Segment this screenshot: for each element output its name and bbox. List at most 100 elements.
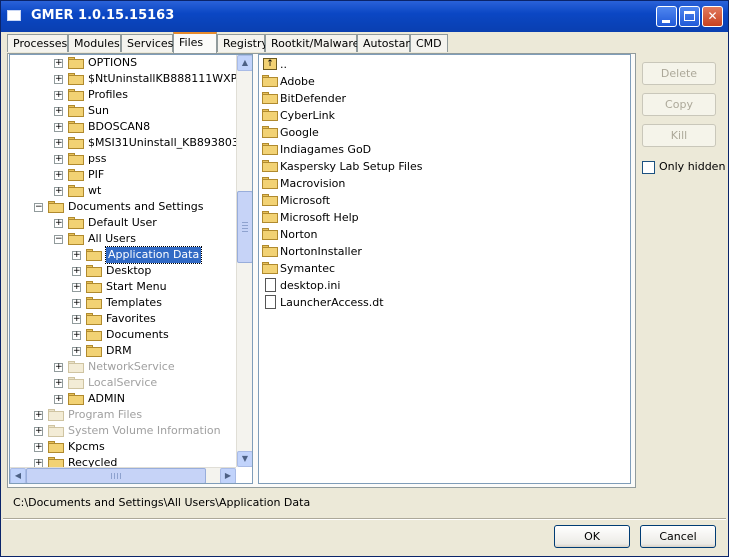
tree-node[interactable]: − All Users — [10, 231, 236, 247]
tree-vertical-scrollbar[interactable]: ▲ ▼ — [236, 55, 252, 467]
tree-node[interactable]: + BDOSCAN8 — [10, 119, 236, 135]
expand-icon[interactable]: + — [54, 379, 63, 388]
tree-node[interactable]: + Desktop — [10, 263, 236, 279]
tree-node[interactable]: + Program Files — [10, 407, 236, 423]
only-hidden-checkbox[interactable] — [642, 161, 655, 174]
maximize-icon — [684, 11, 695, 21]
tree-node[interactable]: + Documents — [10, 327, 236, 343]
scroll-left-button[interactable]: ◀ — [10, 468, 26, 483]
tab-modules[interactable]: Modules — [68, 34, 121, 52]
title-bar[interactable]: GMER 1.0.15.15163 ✕ — [1, 1, 728, 32]
tree-node[interactable]: + Application Data — [10, 246, 236, 264]
tree-node[interactable]: − Documents and Settings — [10, 199, 236, 215]
ok-button[interactable]: OK — [554, 525, 630, 548]
expand-icon[interactable]: + — [72, 315, 81, 324]
tree-node-label: ADMIN — [88, 392, 125, 405]
expand-icon[interactable]: + — [34, 443, 43, 452]
minimize-icon — [662, 20, 670, 23]
expand-icon[interactable]: + — [54, 139, 63, 148]
tree-node[interactable]: + Favorites — [10, 311, 236, 327]
expand-icon[interactable]: + — [72, 267, 81, 276]
expand-icon[interactable]: + — [54, 219, 63, 228]
expand-icon[interactable]: + — [54, 363, 63, 372]
tab-rootkit-malware[interactable]: Rootkit/Malware — [265, 34, 359, 52]
scroll-down-button[interactable]: ▼ — [237, 451, 252, 467]
folder-icon — [68, 217, 84, 229]
tree-horizontal-scrollbar[interactable]: ◀ ▶ — [10, 467, 236, 483]
cancel-button[interactable]: Cancel — [640, 525, 716, 548]
folder-icon — [262, 109, 278, 121]
scroll-right-button[interactable]: ▶ — [220, 468, 236, 483]
folder-tree[interactable]: + OPTIONS + $NtUninstallKB888111WXPSP + Profi… — [9, 54, 253, 484]
tab-registry[interactable]: Registry — [217, 34, 268, 52]
folder-icon — [86, 265, 102, 277]
folder-icon — [68, 169, 84, 181]
folder-icon — [68, 233, 84, 245]
expand-icon[interactable]: + — [54, 59, 63, 68]
expand-icon[interactable]: + — [34, 459, 43, 467]
tree-node-label: DRM — [106, 344, 132, 357]
tree-node-label: LocalService — [88, 376, 158, 389]
only-hidden-label: Only hidden — [659, 160, 726, 173]
expand-icon[interactable]: + — [72, 347, 81, 356]
tree-node[interactable]: + ADMIN — [10, 391, 236, 407]
folder-icon — [68, 153, 84, 165]
file-name: Indiagames GoD — [280, 143, 372, 156]
expand-icon[interactable]: + — [54, 75, 63, 84]
tree-node[interactable]: + System Volume Information — [10, 423, 236, 439]
expand-icon[interactable]: + — [54, 123, 63, 132]
tree-node[interactable]: + LocalService — [10, 375, 236, 391]
tree-node[interactable]: + OPTIONS — [10, 55, 236, 71]
expand-icon[interactable]: + — [72, 299, 81, 308]
tree-node[interactable]: + $NtUninstallKB888111WXPSP — [10, 71, 236, 87]
folder-icon — [68, 73, 84, 85]
expand-icon[interactable]: + — [34, 427, 43, 436]
tree-node[interactable]: + pss — [10, 151, 236, 167]
tree-node[interactable]: + Default User — [10, 215, 236, 231]
tree-node[interactable]: + DRM — [10, 343, 236, 359]
tree-node[interactable]: + Start Menu — [10, 279, 236, 295]
tree-node[interactable]: + Kpcms — [10, 439, 236, 455]
file-list[interactable]: ↑.. Adobe BitDefender CyberLink Google Indiag… — [258, 54, 631, 484]
tree-hscroll-thumb[interactable] — [26, 468, 206, 483]
tab-files[interactable]: Files — [173, 32, 217, 53]
folder-icon — [48, 409, 64, 421]
folder-icon — [262, 92, 278, 104]
tree-node[interactable]: + Profiles — [10, 87, 236, 103]
kill-button[interactable]: Kill — [642, 124, 716, 147]
expand-icon[interactable]: + — [54, 107, 63, 116]
tree-node[interactable]: + NetworkService — [10, 359, 236, 375]
tree-node[interactable]: + Templates — [10, 295, 236, 311]
minimize-button[interactable] — [656, 6, 677, 27]
close-button[interactable]: ✕ — [702, 6, 723, 27]
tab-services[interactable]: Services — [121, 34, 173, 52]
tree-node[interactable]: + wt — [10, 183, 236, 199]
copy-button[interactable]: Copy — [642, 93, 716, 116]
app-icon — [7, 10, 21, 21]
expand-icon[interactable]: + — [72, 331, 81, 340]
tree-node[interactable]: + Sun — [10, 103, 236, 119]
maximize-button[interactable] — [679, 6, 700, 27]
expand-icon[interactable]: + — [72, 283, 81, 292]
collapse-icon[interactable]: − — [34, 203, 43, 212]
file-name: Kaspersky Lab Setup Files — [280, 160, 423, 173]
tree-node[interactable]: + $MSI31Uninstall_KB893803$ — [10, 135, 236, 151]
tree-node[interactable]: + Recycled — [10, 455, 236, 467]
tab-processes[interactable]: Processes — [7, 34, 68, 52]
scroll-up-button[interactable]: ▲ — [237, 55, 252, 71]
tree-vscroll-thumb[interactable] — [237, 191, 252, 263]
delete-button[interactable]: Delete — [642, 62, 716, 85]
expand-icon[interactable]: + — [72, 251, 81, 260]
tab-cmd[interactable]: CMD — [410, 34, 448, 52]
tab-autostart[interactable]: Autostart — [357, 34, 414, 52]
expand-icon[interactable]: + — [54, 91, 63, 100]
expand-icon[interactable]: + — [54, 171, 63, 180]
gmer-window: GMER 1.0.15.15163 ✕ Processes Modules Serv… — [0, 0, 729, 557]
expand-icon[interactable]: + — [54, 187, 63, 196]
file-name: Adobe — [280, 75, 315, 88]
expand-icon[interactable]: + — [54, 155, 63, 164]
expand-icon[interactable]: + — [54, 395, 63, 404]
expand-icon[interactable]: + — [34, 411, 43, 420]
collapse-icon[interactable]: − — [54, 235, 63, 244]
tree-node[interactable]: + PIF — [10, 167, 236, 183]
